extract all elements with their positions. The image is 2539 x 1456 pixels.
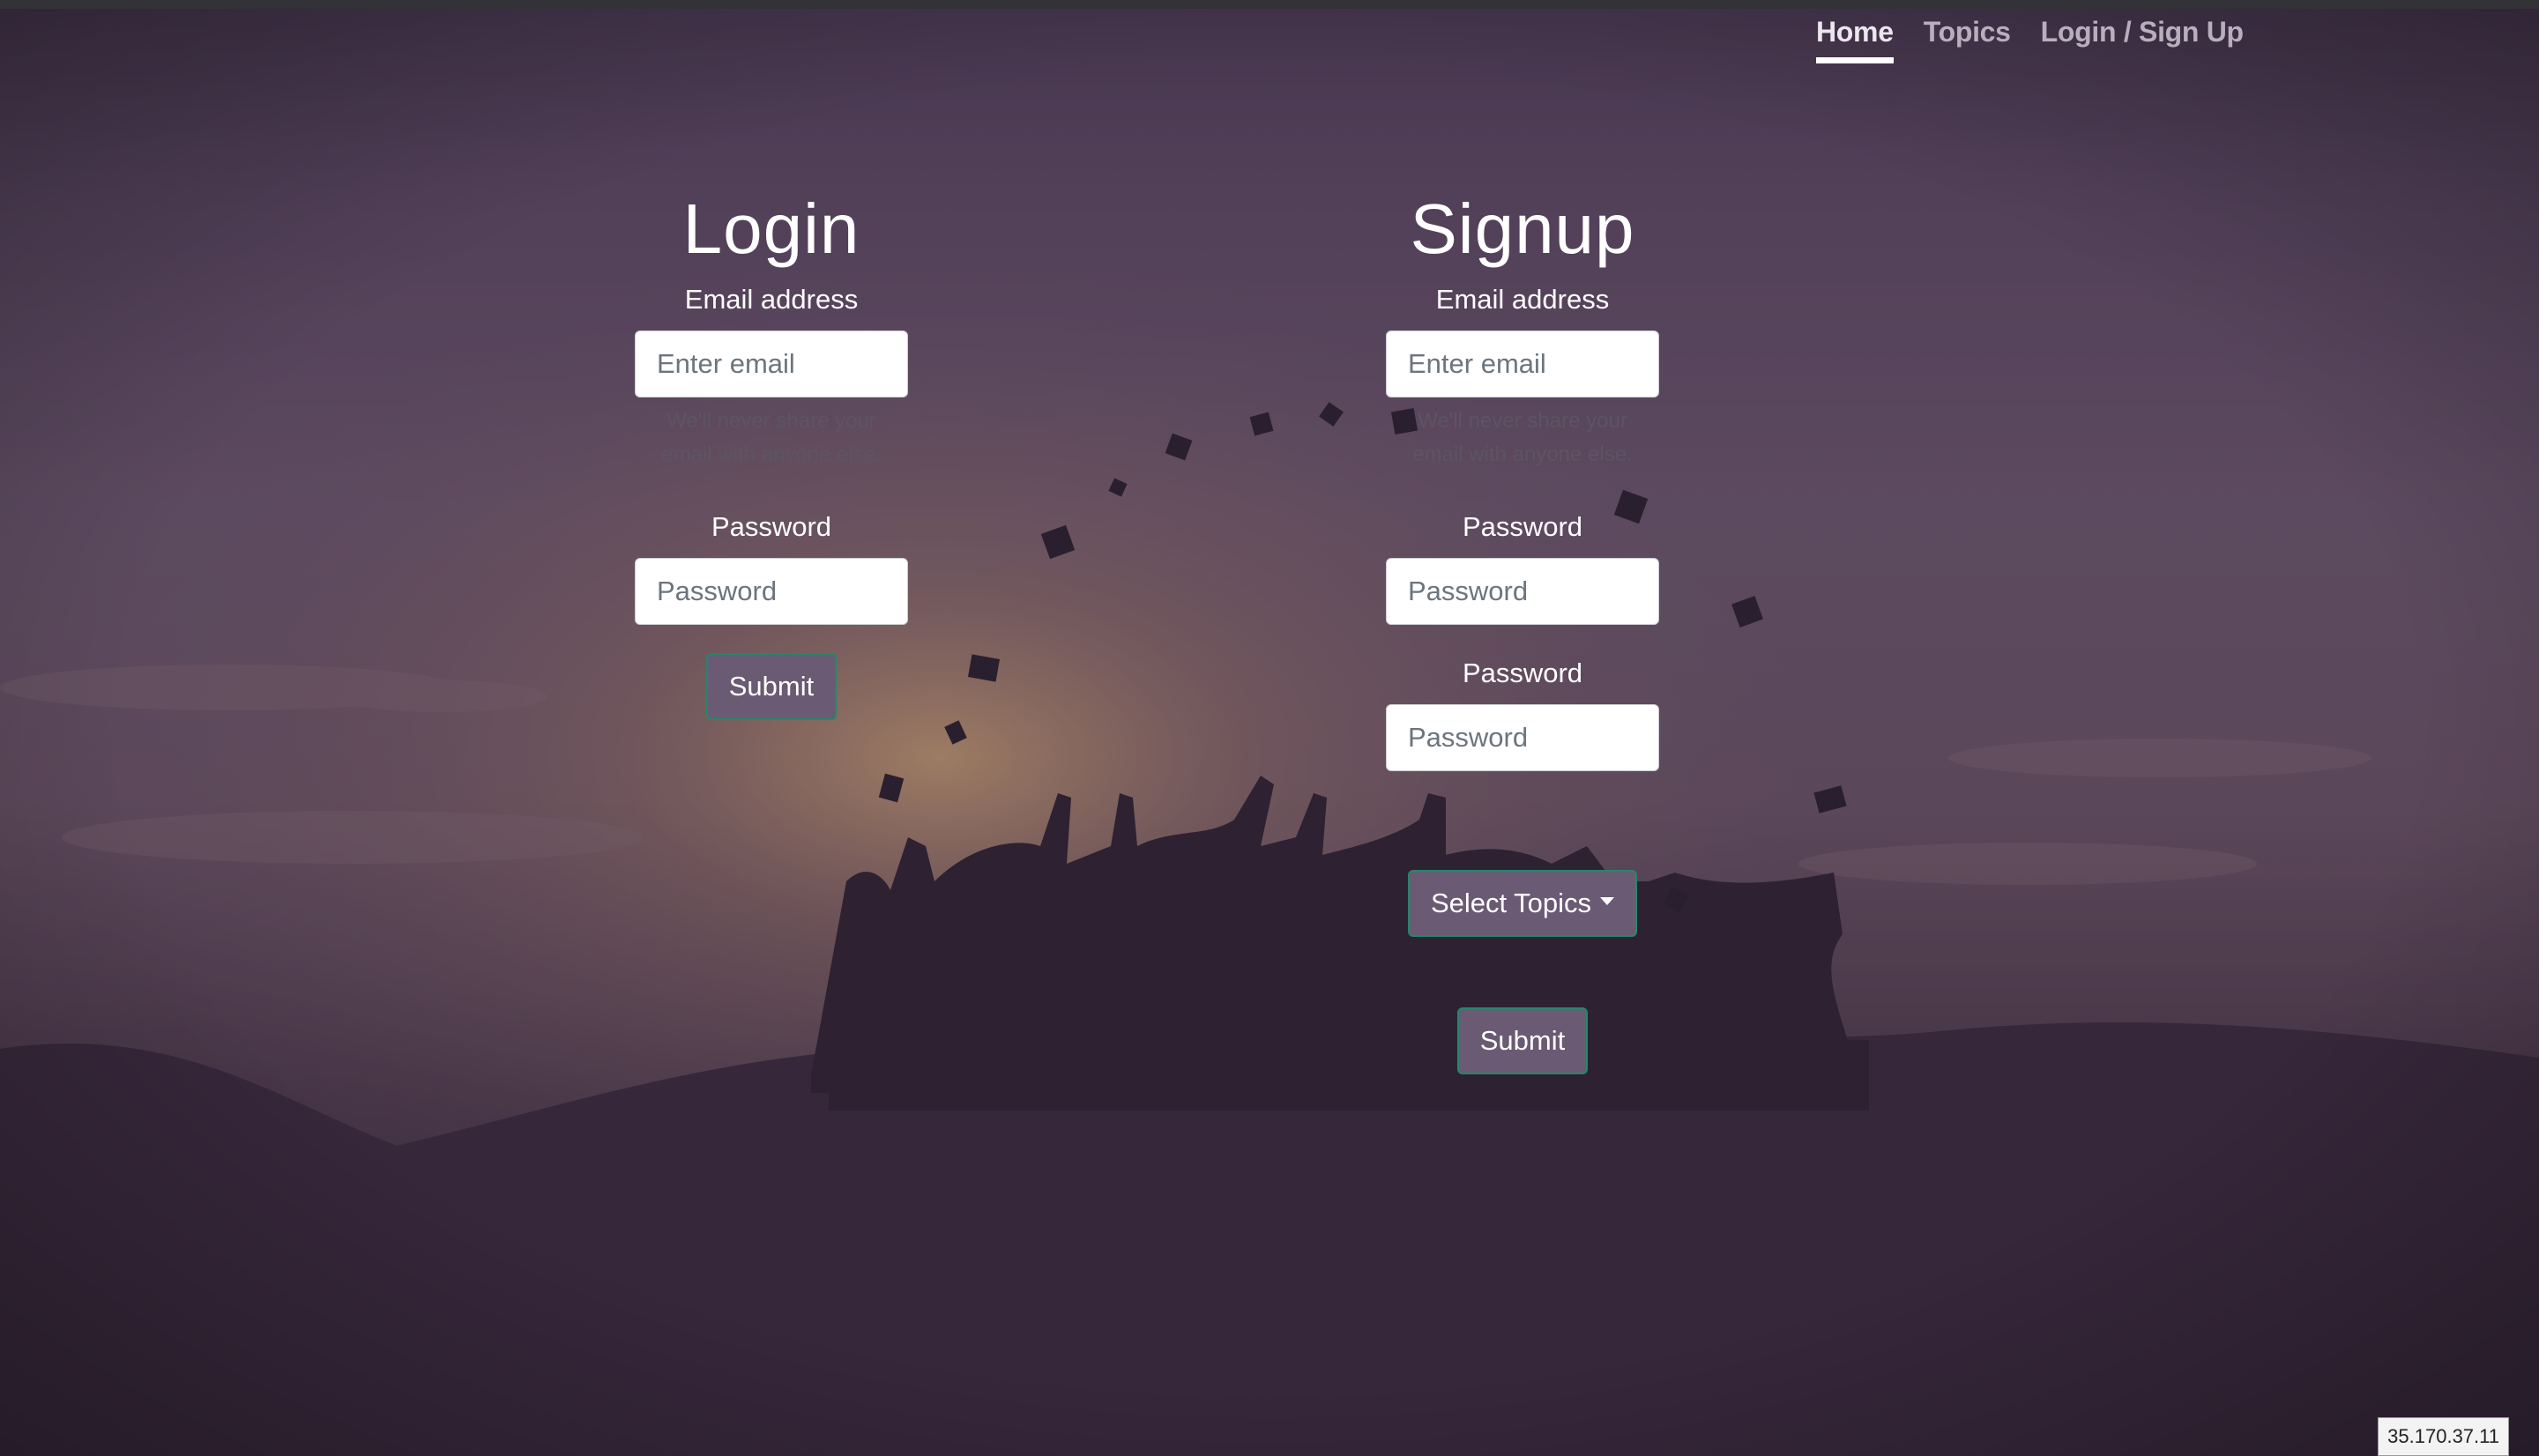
login-submit-button[interactable]: Submit — [705, 653, 838, 720]
signup-email-help-text: We'll never share your email with anyone… — [1412, 409, 1633, 466]
background-graduation-scene — [0, 0, 2539, 1456]
select-topics-dropdown[interactable]: Select Topics — [1407, 870, 1638, 937]
nav-login-signup-link[interactable]: Login / Sign Up — [2041, 16, 2244, 63]
signup-email-input[interactable] — [1386, 331, 1659, 397]
nav-home-link[interactable]: Home — [1816, 16, 1894, 63]
login-title: Login — [682, 189, 860, 268]
login-password-input[interactable] — [635, 558, 908, 625]
signup-password-label: Password — [1462, 511, 1583, 542]
login-password-label: Password — [711, 511, 832, 542]
signup-email-label: Email address — [1435, 284, 1610, 315]
login-email-label: Email address — [684, 284, 859, 315]
select-topics-label: Select Topics — [1430, 888, 1592, 918]
signup-confirm-password-label: Password — [1462, 657, 1583, 688]
signup-confirm-password-input[interactable] — [1386, 704, 1659, 771]
login-email-input[interactable] — [635, 331, 908, 397]
signup-form: Signup Email address We'll never share y… — [1381, 181, 1664, 1074]
caret-down-icon — [1600, 897, 1615, 906]
signup-password-input[interactable] — [1386, 558, 1659, 625]
signup-submit-button[interactable]: Submit — [1456, 1007, 1589, 1074]
window-top-edge — [0, 0, 2539, 9]
nav-topics-link[interactable]: Topics — [1924, 16, 2011, 63]
login-email-help-text: We'll never share your email with anyone… — [661, 409, 882, 466]
main-nav: Home Topics Login / Sign Up — [1816, 16, 2244, 63]
signup-title: Signup — [1410, 189, 1635, 268]
ip-address-badge: 35.170.37.11 — [2378, 1417, 2509, 1456]
login-form: Login Email address We'll never share yo… — [630, 181, 912, 720]
